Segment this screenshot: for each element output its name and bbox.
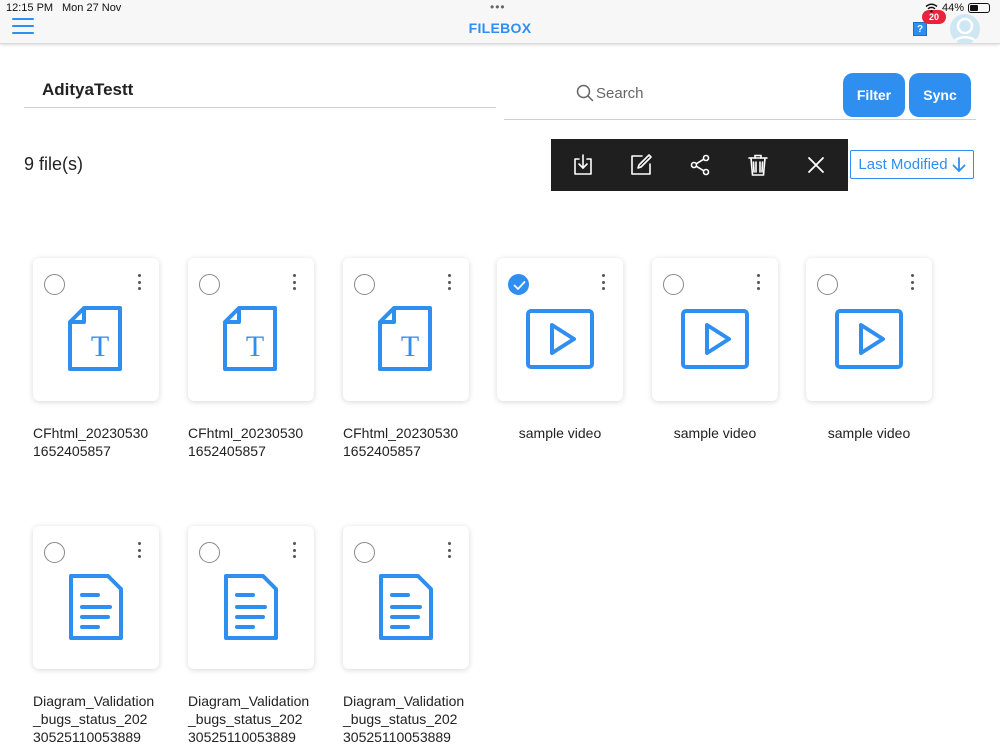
filter-button[interactable]: Filter bbox=[843, 73, 905, 117]
file-name: sample video bbox=[518, 425, 602, 441]
file-card[interactable] bbox=[188, 526, 314, 669]
file-card[interactable] bbox=[806, 258, 932, 401]
more-options-icon[interactable] bbox=[131, 272, 147, 292]
checkbox-icon[interactable] bbox=[44, 542, 65, 563]
svg-text:T: T bbox=[91, 330, 109, 363]
folder-name: AdityaTestt bbox=[24, 72, 496, 108]
status-indicators: 44% bbox=[925, 2, 990, 14]
battery-percent: 44% bbox=[941, 2, 964, 14]
checkbox-icon[interactable] bbox=[199, 274, 220, 295]
more-options-icon[interactable] bbox=[441, 540, 457, 560]
status-date: Mon 27 Nov bbox=[62, 2, 122, 14]
status-bar: 12:15 PM Mon 27 Nov ••• 44% bbox=[0, 0, 1000, 18]
file-card[interactable] bbox=[497, 258, 623, 401]
help-icon[interactable]: ? bbox=[913, 22, 927, 36]
share-icon[interactable] bbox=[686, 151, 714, 179]
more-options-icon[interactable] bbox=[595, 272, 611, 292]
sort-button[interactable]: Last Modified bbox=[850, 150, 974, 179]
trash-icon[interactable] bbox=[744, 151, 772, 179]
checkbox-icon[interactable] bbox=[354, 274, 375, 295]
checkbox-icon[interactable] bbox=[817, 274, 838, 295]
file-name: Diagram_Validation _bugs_status_202 3052… bbox=[188, 693, 310, 745]
checkbox-icon[interactable] bbox=[354, 542, 375, 563]
sort-label: Last Modified bbox=[858, 156, 948, 173]
arrow-down-icon bbox=[952, 156, 966, 172]
file-name: CFhtml_20230530 1652405857 bbox=[343, 425, 459, 459]
more-options-icon[interactable] bbox=[441, 272, 457, 292]
file-name: CFhtml_20230530 1652405857 bbox=[33, 425, 149, 459]
edit-icon[interactable] bbox=[627, 151, 655, 179]
avatar[interactable] bbox=[950, 14, 980, 44]
selection-action-toolbar bbox=[551, 139, 848, 191]
battery-icon bbox=[968, 3, 990, 13]
checkbox-icon[interactable] bbox=[663, 274, 684, 295]
search-input[interactable] bbox=[596, 80, 826, 106]
file-name: Diagram_Validation _bugs_status_202 3052… bbox=[343, 693, 465, 745]
checkbox-checked-icon[interactable] bbox=[508, 274, 529, 295]
file-card[interactable] bbox=[652, 258, 778, 401]
more-options-icon[interactable] bbox=[750, 272, 766, 292]
close-icon[interactable] bbox=[802, 151, 830, 179]
file-card[interactable]: T bbox=[343, 258, 469, 401]
file-name: sample video bbox=[673, 425, 757, 441]
file-card[interactable]: T bbox=[33, 258, 159, 401]
file-count: 9 file(s) bbox=[24, 154, 84, 174]
multitasking-dots-icon[interactable]: ••• bbox=[490, 0, 506, 14]
more-options-icon[interactable] bbox=[131, 540, 147, 560]
file-card[interactable] bbox=[343, 526, 469, 669]
search-box bbox=[504, 72, 976, 120]
status-time: 12:15 PM bbox=[6, 2, 54, 14]
more-options-icon[interactable] bbox=[286, 272, 302, 292]
checkbox-icon[interactable] bbox=[44, 274, 65, 295]
sync-button[interactable]: Sync bbox=[909, 73, 971, 117]
checkbox-icon[interactable] bbox=[199, 542, 220, 563]
search-icon bbox=[576, 84, 594, 102]
file-card[interactable] bbox=[33, 526, 159, 669]
file-name: sample video bbox=[827, 425, 911, 441]
more-options-icon[interactable] bbox=[904, 272, 920, 292]
file-name: CFhtml_20230530 1652405857 bbox=[188, 425, 304, 459]
file-card[interactable]: T bbox=[188, 258, 314, 401]
file-name: Diagram_Validation _bugs_status_202 3052… bbox=[33, 693, 155, 745]
wifi-icon bbox=[925, 3, 938, 13]
app-title: FILEBOX bbox=[468, 20, 532, 36]
more-options-icon[interactable] bbox=[286, 540, 302, 560]
download-icon[interactable] bbox=[569, 151, 597, 179]
svg-text:T: T bbox=[401, 330, 419, 363]
svg-text:T: T bbox=[246, 330, 264, 363]
